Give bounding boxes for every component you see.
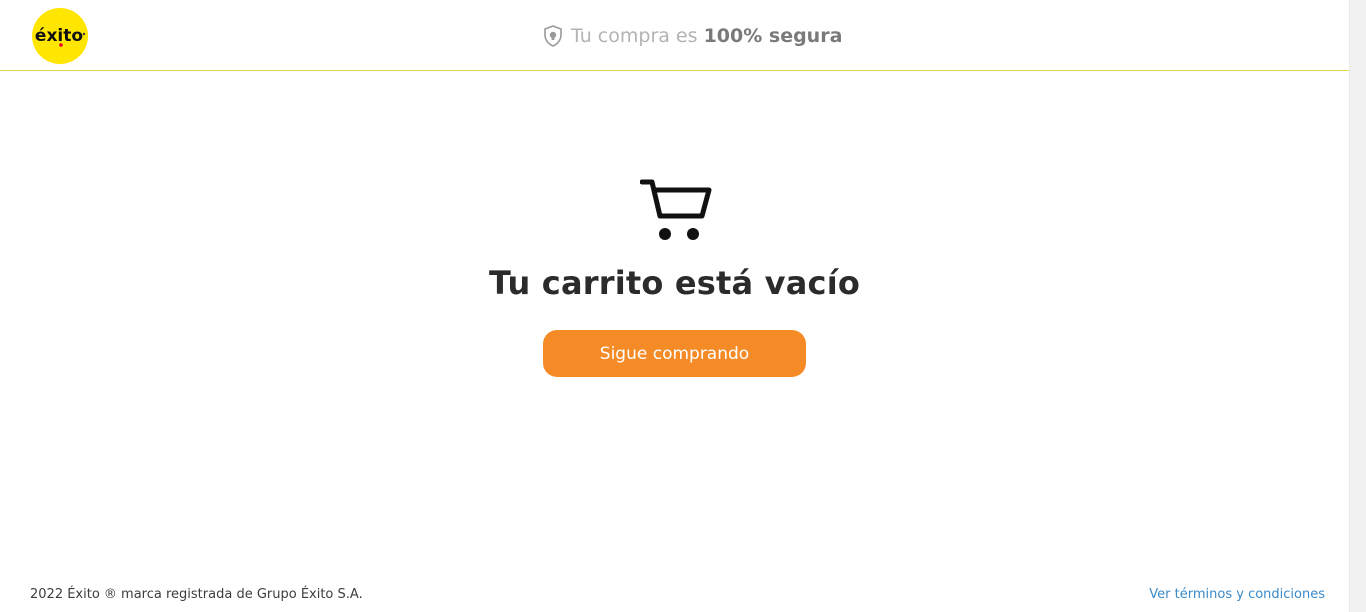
empty-cart-title: Tu carrito está vacío	[488, 264, 861, 302]
terms-link[interactable]: Ver términos y condiciones	[1149, 587, 1325, 602]
secure-text: Tu compra es 100% segura	[571, 25, 842, 47]
secure-strong: 100% segura	[703, 25, 843, 47]
empty-cart: Tu carrito está vacío Sigue comprando	[0, 176, 1349, 377]
continue-shopping-button[interactable]: Sigue comprando	[543, 330, 806, 377]
vertical-scrollbar[interactable]	[1349, 0, 1366, 612]
exito-logo-mark: éxito	[35, 26, 86, 47]
exito-logo[interactable]: éxito	[32, 8, 88, 64]
secure-purchase-banner: Tu compra es 100% segura	[543, 22, 842, 50]
secure-prefix: Tu compra es	[571, 25, 704, 47]
shopping-cart-icon	[639, 176, 712, 244]
footer-copyright: 2022 Éxito ® marca registrada de Grupo É…	[30, 587, 363, 602]
logo-text: éxito	[35, 26, 83, 46]
page: éxito Tu compra es 100% segura Tu carrit…	[0, 0, 1349, 612]
shield-icon	[543, 25, 563, 47]
header: éxito Tu compra es 100% segura	[0, 0, 1349, 71]
